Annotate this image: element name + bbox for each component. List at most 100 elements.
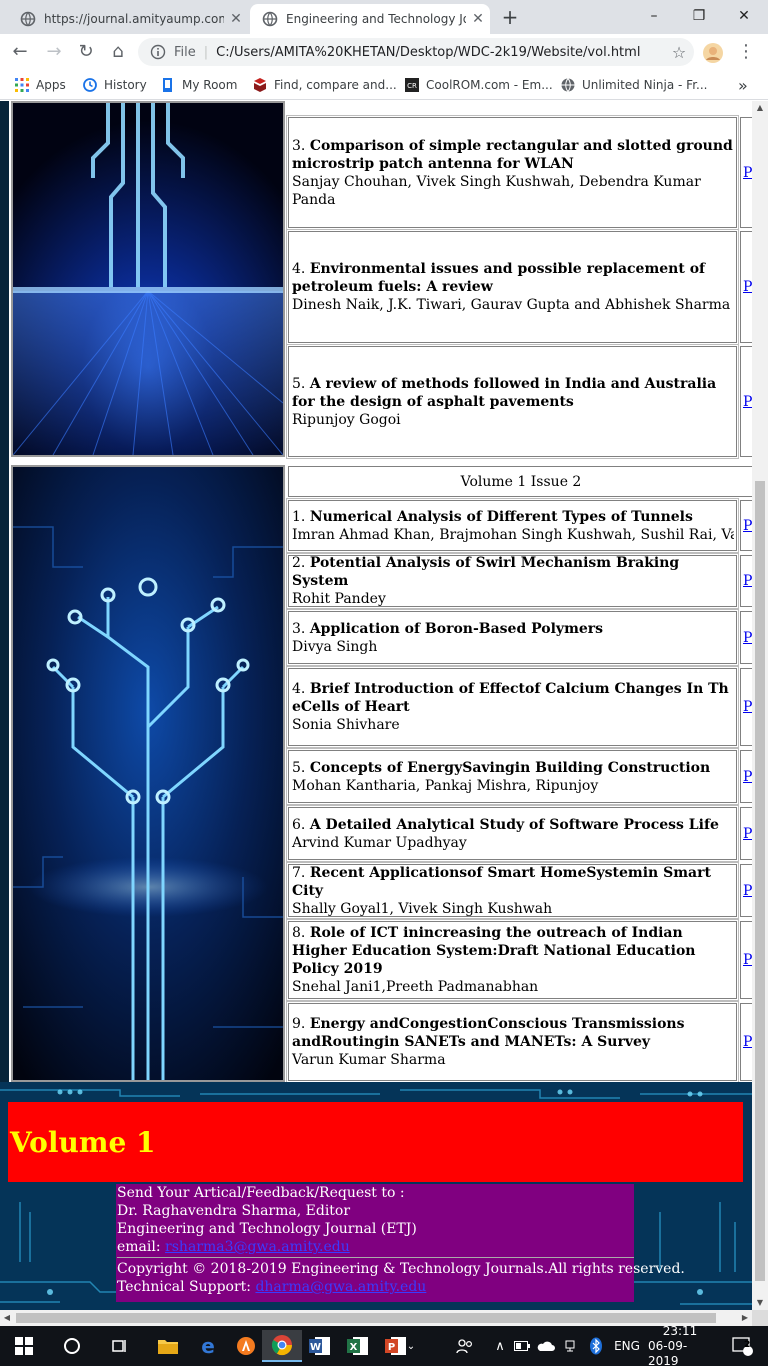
article-title: A Detailed Analytical Study of Software … (309, 816, 719, 833)
reload-button[interactable]: ↻ (74, 40, 98, 64)
excel-icon[interactable]: X (338, 1330, 378, 1362)
pdf-link-cell: P (740, 921, 752, 999)
support-row: Technical Support: dharma@gwa.amity.edu (117, 1278, 634, 1296)
article-cell: 3. Application of Boron-Based Polymers Di… (286, 609, 739, 666)
bookmark-find-compare[interactable]: Find, compare and... (252, 76, 397, 94)
pdf-link-cell: P (740, 864, 752, 917)
pdf-link-cell: P (740, 231, 752, 343)
forward-button[interactable]: → (42, 40, 66, 64)
book-icon (254, 78, 266, 92)
task-view-icon[interactable] (100, 1330, 140, 1362)
info-icon[interactable] (150, 44, 166, 60)
bookmark-my-room[interactable]: My Room (160, 76, 237, 94)
bookmark-label: CoolROM.com - Em... (426, 78, 553, 92)
file-explorer-icon[interactable] (148, 1330, 188, 1362)
input-language-indicator[interactable]: ENG (612, 1326, 642, 1366)
maximize-button[interactable]: ❐ (683, 4, 715, 28)
tab-engineering-technology[interactable]: Engineering and Technology Jour ✕ (250, 4, 490, 34)
article-number: 6. (292, 816, 306, 833)
browser-menu-icon[interactable]: ⋮ (734, 40, 758, 64)
address-scheme-label: File (174, 44, 196, 60)
edge-icon[interactable]: e (188, 1330, 228, 1362)
contact-box: Send Your Artical/Feedback/Request to : … (116, 1184, 685, 1302)
apps-grid-icon (15, 78, 29, 92)
article-title: Comparison of simple rectangular and slo… (292, 137, 733, 172)
close-tab-icon[interactable]: ✕ (224, 11, 248, 27)
pdf-link[interactable]: P (743, 165, 752, 181)
action-center-icon[interactable]: 2 (722, 1326, 762, 1366)
chrome-icon[interactable] (262, 1330, 302, 1362)
home-button[interactable]: ⌂ (106, 40, 130, 64)
bookmark-apps[interactable]: Apps (14, 76, 66, 94)
word-icon[interactable]: W (300, 1330, 340, 1362)
scroll-down-arrow-icon[interactable]: ▼ (752, 1296, 768, 1310)
pdf-link[interactable]: P (743, 826, 752, 842)
address-url[interactable]: C:/Users/AMITA%20KHETAN/Desktop/WDC-2k19… (216, 45, 668, 60)
network-icon[interactable] (560, 1326, 580, 1366)
onedrive-icon[interactable] (534, 1326, 558, 1366)
show-hidden-icons-chevron[interactable]: ∧ (490, 1326, 510, 1366)
pdf-link[interactable]: P (743, 699, 752, 715)
bookmark-coolrom[interactable]: CR CoolROM.com - Em... (404, 76, 553, 94)
close-window-button[interactable]: ✕ (728, 4, 760, 28)
pdf-link[interactable]: P (743, 769, 752, 785)
article-authors: Sonia Shivhare (292, 717, 400, 733)
pdf-link[interactable]: P (743, 394, 752, 410)
pdf-link-cell: P (740, 611, 752, 664)
windows-taskbar: e W X P ⌄ ∧ ENG 23:11 06-09-2019 2 (0, 1324, 768, 1366)
tab-journal-amityaump[interactable]: https://journal.amityaump.com/p ✕ (8, 4, 248, 34)
battery-icon[interactable] (512, 1326, 532, 1366)
profile-avatar[interactable] (702, 42, 724, 64)
back-button[interactable]: ← (8, 40, 32, 64)
bookmarks-overflow-button[interactable]: » (738, 76, 748, 95)
article-cell: 5. Concepts of EnergySavingin Building C… (286, 748, 739, 805)
horizontal-scrollbar[interactable]: ◀ ▶ (0, 1310, 752, 1326)
pdf-link-cell: P (740, 668, 752, 746)
vertical-scroll-thumb[interactable] (755, 481, 765, 1281)
article-authors: Shally Goyal1, Vivek Singh Kushwah (292, 900, 553, 917)
avast-icon[interactable] (226, 1330, 266, 1362)
address-separator: | (203, 44, 209, 60)
vertical-scrollbar[interactable]: ▲ ▼ (752, 101, 768, 1310)
scroll-up-arrow-icon[interactable]: ▲ (752, 101, 768, 115)
bluetooth-icon[interactable] (586, 1326, 606, 1366)
email-row: email: rsharma3@gwa.amity.edu (117, 1238, 634, 1256)
close-tab-icon[interactable]: ✕ (466, 11, 490, 27)
pdf-link[interactable]: P (743, 279, 752, 295)
horizontal-scroll-thumb[interactable] (16, 1313, 716, 1323)
circuit-tree-illustration (13, 467, 283, 1080)
taskbar-overflow-chevron-icon[interactable]: ⌄ (402, 1330, 420, 1362)
article-title: Brief Introduction of Effectof Calcium C… (292, 681, 729, 715)
pdf-link[interactable]: P (743, 573, 752, 589)
scroll-left-arrow-icon[interactable]: ◀ (0, 1310, 14, 1326)
article-cell: 7. Recent Applicationsof Smart HomeSyste… (286, 862, 739, 919)
minimize-button[interactable]: – (638, 4, 670, 28)
page-viewport: 3. Comparison of simple rectangular and … (0, 101, 752, 1310)
windows-start-icon[interactable] (4, 1330, 44, 1362)
bookmark-history[interactable]: History (82, 76, 147, 94)
pdf-link[interactable]: P (743, 630, 752, 646)
article-title: Energy andCongestionConscious Transmissi… (292, 1016, 685, 1050)
search-circle-icon[interactable] (52, 1330, 92, 1362)
pdf-link[interactable]: P (743, 518, 752, 534)
pdf-link[interactable]: P (743, 883, 752, 899)
email-label: email: (117, 1239, 161, 1255)
clock[interactable]: 23:11 06-09-2019 (648, 1324, 712, 1366)
issue1-circuit-tree-image (11, 101, 285, 457)
bookmarks-bar: Apps History My Room Find, compare and..… (0, 70, 768, 100)
address-bar[interactable]: File | C:/Users/AMITA%20KHETAN/Desktop/W… (138, 38, 694, 66)
scroll-right-arrow-icon[interactable]: ▶ (738, 1310, 752, 1326)
support-email-link[interactable]: dharma@gwa.amity.edu (255, 1279, 426, 1295)
bookmark-star-icon[interactable]: ☆ (668, 43, 690, 62)
bookmark-unlimited-ninja[interactable]: Unlimited Ninja - Fr... (560, 76, 707, 94)
send-line: Send Your Artical/Feedback/Request to : (117, 1185, 405, 1201)
editor-email-link[interactable]: rsharma3@gwa.amity.edu (165, 1239, 350, 1255)
pdf-link[interactable]: P (743, 952, 752, 968)
new-tab-button[interactable]: + (498, 6, 522, 30)
issue-header: Volume 1 Issue 2 (288, 466, 752, 497)
article-number: 8. (292, 925, 306, 941)
article-number: 3. (292, 620, 306, 637)
pdf-link[interactable]: P (743, 1034, 752, 1050)
people-icon[interactable] (450, 1326, 480, 1366)
article-number: 2. (292, 555, 306, 571)
